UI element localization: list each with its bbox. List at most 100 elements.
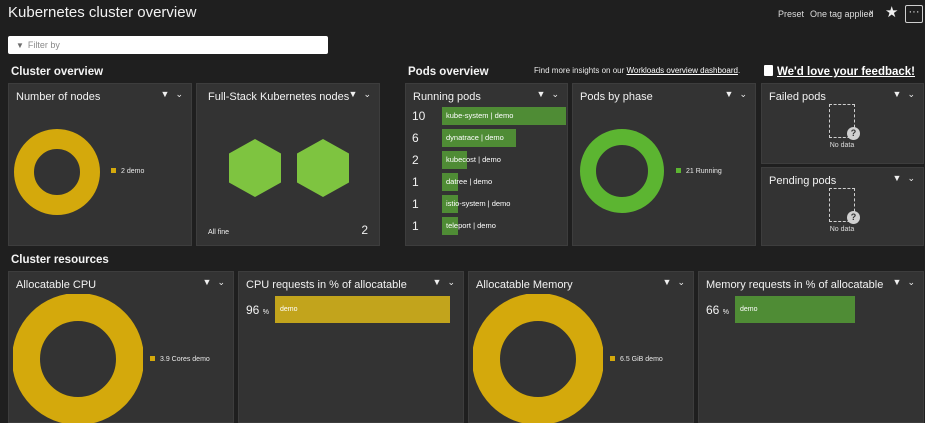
tile-controls[interactable]: ▼ ⌄ [725, 89, 747, 100]
tile-title: CPU requests in % of allocatable [246, 279, 407, 291]
no-data-placeholder: ? No data [812, 104, 872, 149]
funnel-icon[interactable]: ▼ [893, 89, 902, 99]
funnel-icon[interactable]: ▼ [537, 89, 546, 99]
filter-input[interactable]: ▼ Filter by [8, 36, 328, 54]
tile-pending-pods[interactable]: Pending pods ▼ ⌄ ? No data [761, 167, 924, 246]
tag-applied-button[interactable]: One tag applied [810, 9, 874, 19]
tile-title: Pods by phase [580, 91, 653, 103]
tile-controls[interactable]: ▼ ⌄ [161, 89, 183, 100]
pods-phase-donut-chart [580, 129, 664, 213]
no-data-text: No data [829, 226, 855, 233]
tile-title: Failed pods [769, 91, 826, 103]
cpu-request-label: demo [280, 306, 298, 313]
tile-controls[interactable]: ▼ ⌄ [349, 89, 371, 100]
pods-phase-legend: 21 Running [676, 168, 722, 175]
chevron-down-icon[interactable]: ⌄ [907, 277, 915, 287]
pod-namespace-label: istio-system | demo [446, 199, 511, 208]
chevron-down-icon[interactable]: ⌄ [739, 89, 747, 99]
chevron-down-icon[interactable]: ⌄ [217, 277, 225, 287]
document-icon: ? [829, 188, 860, 224]
tile-controls[interactable]: ▼ ⌄ [433, 277, 455, 288]
node-hexagon [297, 139, 349, 197]
chevron-down-icon[interactable]: ⌄ [175, 89, 183, 99]
tile-controls[interactable]: ▼ ⌄ [537, 89, 559, 100]
funnel-icon[interactable]: ▼ [725, 89, 734, 99]
funnel-icon[interactable]: ▼ [893, 173, 902, 183]
chevron-down-icon[interactable]: ⌄ [677, 277, 685, 287]
cpu-request-bar [275, 296, 450, 323]
insights-suffix: . [737, 66, 741, 75]
star-icon[interactable]: ★ [885, 3, 898, 21]
tile-title: Number of nodes [16, 91, 101, 103]
workloads-dashboard-link[interactable]: Workloads overview dashboard [627, 66, 738, 75]
chevron-down-icon[interactable]: ⌄ [551, 89, 559, 99]
document-icon: ? [829, 104, 860, 140]
funnel-icon[interactable]: ▼ [433, 277, 442, 287]
tile-title: Memory requests in % of allocatable [706, 279, 884, 291]
funnel-icon[interactable]: ▼ [203, 277, 212, 287]
memory-request-label: demo [740, 306, 758, 313]
status-text: All fine [208, 229, 230, 236]
tile-fullstack-nodes[interactable]: Full-Stack Kubernetes nodes ▼ ⌄ All fine … [196, 83, 380, 246]
insights-text: Find more insights on our Workloads over… [534, 66, 740, 75]
tile-failed-pods[interactable]: Failed pods ▼ ⌄ ? No data [761, 83, 924, 164]
no-data-text: No data [829, 142, 855, 149]
tile-controls[interactable]: ▼ ⌄ [893, 173, 915, 184]
tile-title: Allocatable CPU [16, 279, 97, 291]
tile-controls[interactable]: ▼ ⌄ [203, 277, 225, 288]
funnel-icon[interactable]: ▼ [663, 277, 672, 287]
cpu-request-value: 96 % [246, 303, 269, 317]
insights-prefix: Find more insights on our [534, 66, 625, 75]
chevron-down-icon[interactable]: ⌄ [907, 89, 915, 99]
chevron-right-icon[interactable]: › [869, 7, 873, 19]
tile-controls[interactable]: ▼ ⌄ [893, 277, 915, 288]
pod-count: 2 [412, 153, 419, 167]
pod-namespace-label: datree | demo [446, 177, 493, 186]
note-icon [764, 65, 773, 76]
tile-allocatable-cpu[interactable]: Allocatable CPU ▼ ⌄ 3.9 Cores demo [8, 271, 234, 423]
feedback-link[interactable]: We'd love your feedback! [764, 65, 915, 78]
node-count: 2 [361, 223, 368, 237]
tile-allocatable-memory[interactable]: Allocatable Memory ▼ ⌄ 6.5 GiB demo [468, 271, 694, 423]
cpu-donut-chart [13, 294, 143, 423]
tile-memory-requests[interactable]: Memory requests in % of allocatable ▼ ⌄ 6… [698, 271, 924, 423]
chevron-down-icon[interactable]: ⌄ [447, 277, 455, 287]
nodes-legend: 2 demo [111, 168, 144, 175]
nodes-donut-chart [14, 129, 100, 215]
pod-namespace-label: teleport | demo [446, 221, 496, 230]
feedback-label: We'd love your feedback! [777, 66, 916, 78]
cpu-legend: 3.9 Cores demo [150, 356, 210, 363]
pod-namespace-label: kubecost | demo [446, 155, 501, 164]
tile-controls[interactable]: ▼ ⌄ [893, 89, 915, 100]
tile-cpu-requests[interactable]: CPU requests in % of allocatable ▼ ⌄ 96 %… [238, 271, 464, 423]
funnel-icon[interactable]: ▼ [349, 89, 358, 99]
filter-placeholder: Filter by [27, 40, 60, 50]
chevron-down-icon[interactable]: ⌄ [907, 173, 915, 183]
funnel-icon[interactable]: ▼ [893, 277, 902, 287]
preset-button[interactable]: Preset [778, 9, 804, 19]
tile-controls[interactable]: ▼ ⌄ [663, 277, 685, 288]
pod-count: 1 [412, 219, 419, 233]
page-title: Kubernetes cluster overview [8, 4, 197, 21]
tile-running-pods[interactable]: Running pods ▼ ⌄ 10 kube-system | demo 6 dyn… [405, 83, 568, 246]
cluster-overview-heading: Cluster overview [11, 66, 104, 78]
tile-title: Allocatable Memory [476, 279, 573, 291]
tile-title: Running pods [413, 91, 481, 103]
memory-donut-chart [473, 294, 603, 423]
funnel-icon[interactable]: ▼ [161, 89, 170, 99]
pod-count: 1 [412, 175, 419, 189]
more-options-button[interactable]: ··· [905, 5, 923, 23]
tile-pods-by-phase[interactable]: Pods by phase ▼ ⌄ 21 Running [572, 83, 756, 246]
question-icon: ? [847, 127, 860, 140]
question-icon: ? [847, 211, 860, 224]
tile-title: Full-Stack Kubernetes nodes [208, 91, 350, 103]
tile-title: Pending pods [769, 175, 837, 187]
memory-request-value: 66 % [706, 303, 729, 317]
funnel-icon: ▼ [16, 41, 24, 50]
memory-legend: 6.5 GiB demo [610, 356, 663, 363]
pods-overview-heading: Pods overview [408, 66, 489, 78]
chevron-down-icon[interactable]: ⌄ [363, 89, 371, 99]
pod-count: 1 [412, 197, 419, 211]
node-hexagon [229, 139, 281, 197]
tile-number-of-nodes[interactable]: Number of nodes ▼ ⌄ 2 demo [8, 83, 192, 246]
